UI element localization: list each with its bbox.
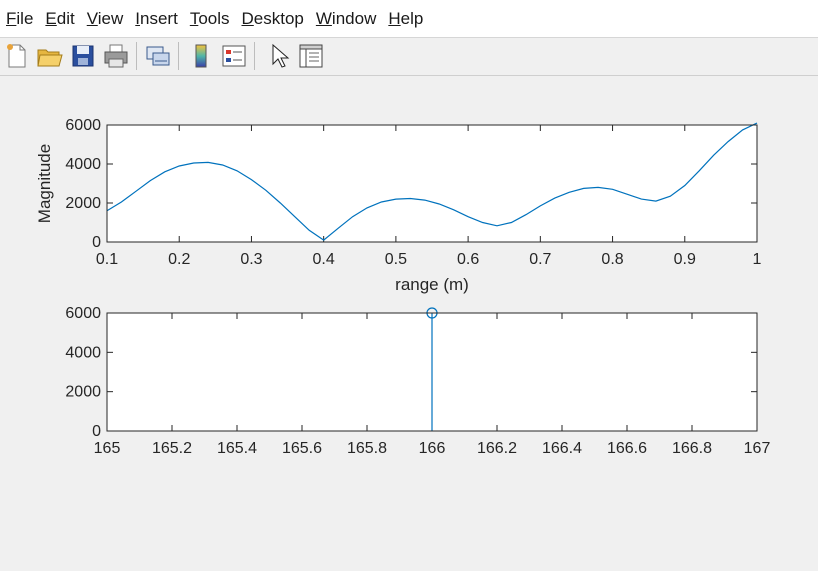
menu-help[interactable]: Help xyxy=(382,0,429,37)
menu-bar: File Edit View Insert Tools Desktop Window Help xyxy=(0,0,818,38)
toolbar-separator xyxy=(178,42,179,70)
x-axis-label: range (m) xyxy=(395,275,469,294)
y-tick-label: 0 xyxy=(92,234,101,251)
x-tick-label: 167 xyxy=(744,440,771,457)
x-tick-label: 0.5 xyxy=(385,251,407,268)
x-tick-label: 0.8 xyxy=(601,251,623,268)
menu-window[interactable]: Window xyxy=(310,0,382,37)
x-tick-label: 165 xyxy=(94,440,121,457)
x-tick-label: 166.8 xyxy=(672,440,712,457)
colorbar-icon[interactable] xyxy=(186,41,216,71)
y-tick-label: 2000 xyxy=(65,195,101,212)
x-tick-label: 0.4 xyxy=(313,251,335,268)
x-tick-label: 165.8 xyxy=(347,440,387,457)
y-tick-label: 6000 xyxy=(65,305,101,322)
axes-top[interactable]: 0.1 0.2 0.3 0.4 0.5 0.6 0.7 0.8 0.9 1 0 2000 4000 600… xyxy=(35,117,762,294)
x-tick-label: 166.4 xyxy=(542,440,582,457)
y-tick-label: 2000 xyxy=(65,384,101,401)
x-tick-label: 0.1 xyxy=(96,251,118,268)
toolbar-separator xyxy=(136,42,137,70)
menu-view[interactable]: View xyxy=(81,0,130,37)
y-axis-label: Magnitude xyxy=(35,144,54,223)
axes-bottom[interactable]: 165 165.2 165.4 165.6 165.8 166 166.2 166.4 166.… xyxy=(65,305,770,457)
property-inspector-icon[interactable] xyxy=(296,41,326,71)
menu-file[interactable]: File xyxy=(0,0,39,37)
menu-tools[interactable]: Tools xyxy=(184,0,236,37)
menu-insert[interactable]: Insert xyxy=(129,0,184,37)
y-tick-label: 6000 xyxy=(65,117,101,134)
x-tick-label: 166.6 xyxy=(607,440,647,457)
y-tick-label: 4000 xyxy=(65,156,101,173)
x-tick-label: 166.2 xyxy=(477,440,517,457)
toolbar-separator xyxy=(254,42,255,70)
pointer-icon[interactable] xyxy=(263,41,293,71)
x-tick-label: 166 xyxy=(419,440,446,457)
x-tick-label: 165.6 xyxy=(282,440,322,457)
menu-edit[interactable]: Edit xyxy=(39,0,80,37)
x-tick-label: 0.6 xyxy=(457,251,479,268)
x-tick-label: 0.7 xyxy=(529,251,551,268)
x-tick-label: 165.4 xyxy=(217,440,257,457)
link-plot-icon[interactable] xyxy=(143,41,173,71)
new-figure-icon[interactable] xyxy=(2,41,32,71)
x-tick-label: 165.2 xyxy=(152,440,192,457)
legend-icon[interactable] xyxy=(219,41,249,71)
save-icon[interactable] xyxy=(68,41,98,71)
x-tick-label: 0.3 xyxy=(240,251,262,268)
x-tick-label: 1 xyxy=(753,251,762,268)
print-icon[interactable] xyxy=(101,41,131,71)
plot-area xyxy=(107,125,757,242)
menu-desktop[interactable]: Desktop xyxy=(236,0,310,37)
figure-toolbar xyxy=(0,38,818,76)
y-tick-label: 0 xyxy=(92,423,101,440)
x-tick-label: 0.9 xyxy=(674,251,696,268)
y-tick-label: 4000 xyxy=(65,344,101,361)
figure-canvas: 0.1 0.2 0.3 0.4 0.5 0.6 0.7 0.8 0.9 1 0 2000 4000 600… xyxy=(35,117,770,457)
x-tick-label: 0.2 xyxy=(168,251,190,268)
open-file-icon[interactable] xyxy=(34,41,64,71)
